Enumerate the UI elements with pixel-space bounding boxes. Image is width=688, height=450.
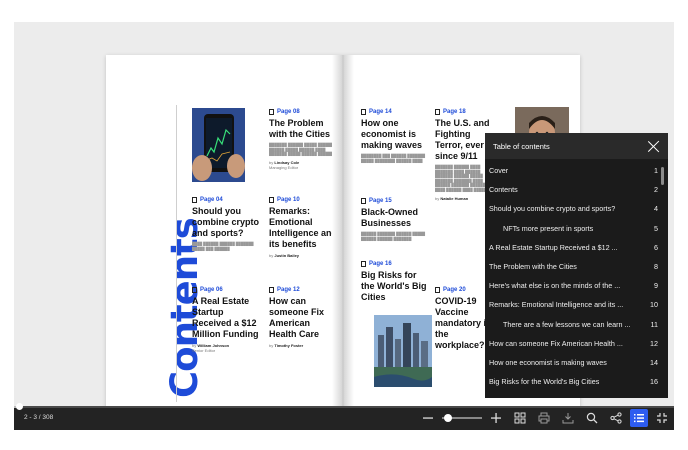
page-indicator: 2 - 3 / 308 [24, 414, 54, 421]
document-icon [269, 109, 274, 115]
document-icon [361, 198, 366, 204]
article-emotional-intelligence[interactable]: Page 10 Remarks: Emotional Intelligence … [269, 196, 339, 258]
document-icon [435, 287, 440, 293]
page-progress-handle[interactable] [15, 403, 23, 410]
article-problem-cities[interactable]: Page 08 The Problem with the Cities ████… [269, 108, 339, 170]
article-excerpt: ████ ██████ ██████ ███████ █████ ███ ███… [192, 242, 254, 251]
toc-item-crypto-sports[interactable]: Should you combine crypto and sports? 4 [485, 199, 668, 218]
close-icon[interactable] [648, 140, 660, 152]
toc-item-cover[interactable]: Cover 1 [485, 161, 668, 180]
toc-title: Table of contents [493, 141, 550, 151]
article-economist-waves[interactable]: Page 14 How one economist is making wave… [361, 108, 429, 163]
article-crypto-sports[interactable]: Page 04 Should you combine crypto and sp… [192, 196, 262, 251]
page-progress-track[interactable] [14, 403, 674, 410]
toc-scrollbar[interactable] [661, 167, 664, 185]
toc-item-contents[interactable]: Contents 2 [485, 180, 668, 199]
left-page[interactable]: Contents Page 08 The Problem with the Ci… [106, 55, 343, 414]
toc-item-big-risks[interactable]: Big Risks for the World's Big Cities 16 [485, 372, 668, 391]
toc-list: Cover 1 Contents 2 Should you combine cryp… [485, 159, 668, 391]
article-real-estate-startup[interactable]: Page 06 A Real Estate Startup Received a… [192, 286, 264, 353]
article-excerpt: ███████ ██████ █████ ████████ ██████ ███… [269, 143, 339, 157]
zoom-slider[interactable] [442, 414, 482, 422]
document-icon [269, 197, 274, 203]
toc-item-minds[interactable]: Here's what else is on the minds of the … [485, 276, 668, 295]
toc-icon [634, 414, 644, 423]
toc-header: Table of contents [485, 133, 668, 159]
toc-item-lessons[interactable]: There are a few lessons we can learn ...… [485, 315, 668, 334]
document-icon [269, 287, 274, 293]
book-spine-fold [332, 55, 354, 414]
thumbnails-icon[interactable] [514, 412, 526, 424]
column-divider [176, 105, 177, 402]
share-icon[interactable] [610, 412, 622, 424]
article-excerpt: ████████ ███ ██████ ███████ █████ ██████… [361, 154, 426, 163]
toc-item-nfts-sports[interactable]: NFTs more present in sports 5 [485, 219, 668, 238]
zoom-slider-handle[interactable] [444, 414, 452, 422]
article-black-owned-businesses[interactable]: Page 15 Black-Owned Businesses ██████ ██… [361, 197, 429, 241]
toc-item-economist[interactable]: How one economist is making waves 14 [485, 353, 668, 372]
document-icon [192, 287, 197, 293]
article-excerpt: ██████ ███████ ██████ █████ ██████ █████… [361, 232, 426, 241]
search-icon[interactable] [586, 412, 598, 424]
document-icon [435, 109, 440, 115]
viewer-toolbar: 2 - 3 / 308 [14, 403, 674, 430]
toc-item-emotional-intelligence[interactable]: Remarks: Emotional Intelligence and its … [485, 295, 668, 314]
toc-toggle-button[interactable] [630, 409, 648, 427]
city-skyline-image [374, 315, 432, 387]
document-icon [361, 109, 366, 115]
flipbook-viewport: Contents Page 08 The Problem with the Ci… [14, 22, 674, 430]
toc-item-real-estate[interactable]: A Real Estate Startup Received a $12 ...… [485, 238, 668, 257]
zoom-out-icon[interactable] [422, 412, 434, 424]
toc-item-problem-cities[interactable]: The Problem with the Cities 8 [485, 257, 668, 276]
download-icon[interactable] [562, 412, 574, 424]
table-of-contents-panel[interactable]: Table of contents Cover 1 Contents 2 Shoul… [485, 133, 668, 398]
article-big-risks-cities[interactable]: Page 16 Big Risks for the World's Big Ci… [361, 260, 429, 303]
document-icon [361, 261, 366, 267]
document-icon [192, 197, 197, 203]
zoom-in-icon[interactable] [490, 412, 502, 424]
article-american-health-care[interactable]: Page 12 How can someone Fix American Hea… [269, 286, 339, 348]
fullscreen-exit-icon[interactable] [656, 412, 668, 424]
toc-item-health-care[interactable]: How can someone Fix American Health ... 1… [485, 334, 668, 353]
phone-stock-chart-image [192, 108, 245, 182]
print-icon[interactable] [538, 412, 550, 424]
